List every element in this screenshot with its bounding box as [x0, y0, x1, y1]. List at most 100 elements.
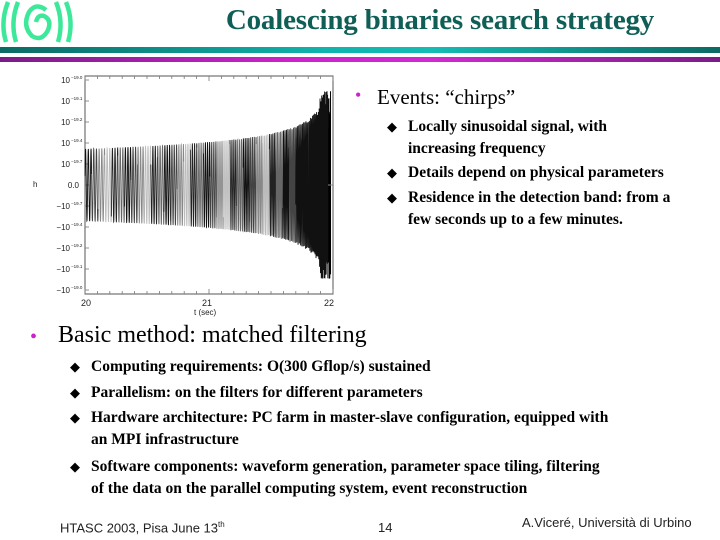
item-line: Hardware architecture: PC farm in master… — [91, 409, 609, 426]
chirp-waveform-segment — [130, 146, 139, 224]
footer-author: A.Viceré, Università di Urbino — [522, 515, 692, 530]
y-tick-exponent: −19.1 — [71, 96, 83, 101]
bullet-method: • — [30, 326, 38, 348]
item-line: of the data on the parallel computing sy… — [91, 480, 528, 497]
slide-title: Coalescing binaries search strategy — [225, 4, 655, 36]
y-axis-label: h — [33, 180, 37, 189]
item-hardware: Hardware architecture: PC farm in master… — [91, 407, 716, 451]
chirp-waveform-segment — [242, 137, 251, 233]
y-tick-label: −10 — [56, 265, 70, 274]
chirp-waveform-segment — [321, 91, 330, 279]
y-tick-label: −10 — [56, 202, 70, 211]
y-tick-label: −10 — [56, 244, 70, 253]
chirp-waveform-segment — [222, 139, 231, 230]
chirp-waveform-segment — [196, 142, 204, 228]
item-line: Residence in the detection band: from a — [408, 189, 671, 206]
chirp-waveform-segment — [183, 143, 191, 227]
chirp-waveform-segment — [235, 138, 244, 232]
item-line: Computing requirements: O(300 Gflop/s) s… — [91, 358, 431, 375]
diamond-bullet-icon: ◆ — [70, 385, 80, 400]
chirp-waveform-segment — [104, 146, 112, 223]
diamond-bullet-icon: ◆ — [70, 410, 80, 425]
y-tick-exponent: −19.7 — [71, 159, 83, 164]
y-tick-exponent: −19.0 — [71, 75, 83, 80]
y-tick-exponent: −19.0 — [71, 285, 83, 290]
y-tick-exponent: −19.4 — [71, 138, 83, 143]
heading-method: Basic method: matched filtering — [58, 322, 367, 348]
chirp-waveform-segment — [97, 148, 106, 222]
footer-conference-text: HTASC 2003, Pisa June 13 — [60, 520, 219, 536]
chirp-waveform-segment — [315, 95, 323, 279]
diamond-bullet-icon: ◆ — [70, 459, 80, 474]
item-line: Software components: waveform generation… — [91, 458, 600, 475]
item-sinusoidal: Locally sinusoidal signal, with increasi… — [408, 116, 718, 160]
item-line: increasing frequency — [408, 140, 546, 157]
y-tick-exponent: −19.2 — [71, 117, 83, 122]
chirp-chart: 10 −19.010 −19.110 −19.210 −19.410 −19.70.0−1… — [33, 75, 334, 317]
chirp-waveform-segment — [150, 145, 158, 225]
chirp-waveform-segment — [308, 113, 316, 255]
chirp-waveform-segment — [268, 132, 277, 238]
chirp-waveform-segment — [203, 141, 211, 229]
item-parallelism: Parallelism: on the filters for differen… — [91, 382, 711, 404]
chirp-waveform-segment — [156, 144, 165, 225]
y-tick-exponent: −19.1 — [71, 264, 83, 269]
x-tick-label-22: 22 — [324, 298, 334, 308]
chirp-waveform-segment — [189, 143, 198, 227]
chirp-waveform-segment — [91, 147, 99, 222]
chirp-waveform-segment — [295, 124, 303, 247]
chirp-waveform-segment — [170, 144, 178, 226]
chirp-waveform-segment — [209, 141, 218, 229]
header-rule-teal — [0, 47, 720, 53]
y-tick-exponent: −19.4 — [71, 222, 83, 227]
chirp-waveform-segment — [117, 147, 125, 224]
x-tick-label-20: 20 — [81, 298, 91, 308]
chirp-waveform-segment — [255, 135, 264, 235]
y-tick-label: 10 — [61, 97, 70, 106]
header-rule-magenta — [0, 57, 720, 62]
chirp-waveform-segment — [176, 142, 185, 226]
chirp-waveform-segment — [301, 121, 310, 249]
chirp-waveform-segment — [275, 131, 283, 239]
item-residence: Residence in the detection band: from a … — [408, 187, 720, 231]
item-software: Software components: waveform generation… — [91, 456, 716, 500]
chirp-waveform-segment — [124, 147, 132, 224]
diamond-bullet-icon: ◆ — [387, 165, 397, 180]
y-tick-label: 10 — [61, 76, 70, 85]
y-tick-label: 10 — [61, 160, 70, 169]
y-tick-label: 0.0 — [68, 181, 80, 190]
y-tick-label: 10 — [61, 118, 70, 127]
footer-conference: HTASC 2003, Pisa June 13th — [60, 520, 225, 535]
item-line: an MPI infrastructure — [91, 431, 239, 448]
diamond-bullet-icon: ◆ — [387, 119, 397, 134]
virgo-logo-icon — [1, 1, 73, 43]
heading-events: Events: “chirps” — [377, 85, 516, 109]
chirp-waveform-segment — [143, 145, 152, 225]
y-tick-exponent: −19.7 — [71, 201, 83, 206]
chirp-waveform-segment — [282, 129, 290, 241]
footer-page-number: 14 — [378, 520, 393, 535]
bullet-events: • — [355, 85, 362, 105]
chirp-waveform-segment — [137, 146, 145, 224]
y-tick-label: −10 — [56, 223, 70, 232]
chirp-waveform-segment — [262, 134, 270, 236]
x-axis-label: t (sec) — [194, 308, 217, 317]
y-tick-exponent: −19.2 — [71, 243, 83, 248]
item-details: Details depend on physical parameters — [408, 162, 720, 184]
chirp-waveform-segment — [163, 144, 172, 226]
chirp-waveform-segment — [249, 136, 257, 234]
footer-conference-sup: th — [218, 520, 225, 529]
y-tick-label: 10 — [61, 139, 70, 148]
item-line: few seconds up to a few minutes. — [408, 211, 623, 228]
y-tick-label: −10 — [56, 286, 70, 295]
diamond-bullet-icon: ◆ — [387, 190, 397, 205]
item-computing: Computing requirements: O(300 Gflop/s) s… — [91, 356, 711, 378]
chirp-waveform-segment — [216, 140, 224, 230]
x-tick-label-21: 21 — [202, 298, 212, 308]
item-line: Details depend on physical parameters — [408, 164, 664, 181]
item-line: Parallelism: on the filters for differen… — [91, 384, 423, 401]
item-line: Locally sinusoidal signal, with — [408, 118, 607, 135]
chirp-waveform-segment — [288, 127, 297, 243]
diamond-bullet-icon: ◆ — [70, 359, 80, 374]
chirp-waveform-segment — [229, 139, 237, 231]
